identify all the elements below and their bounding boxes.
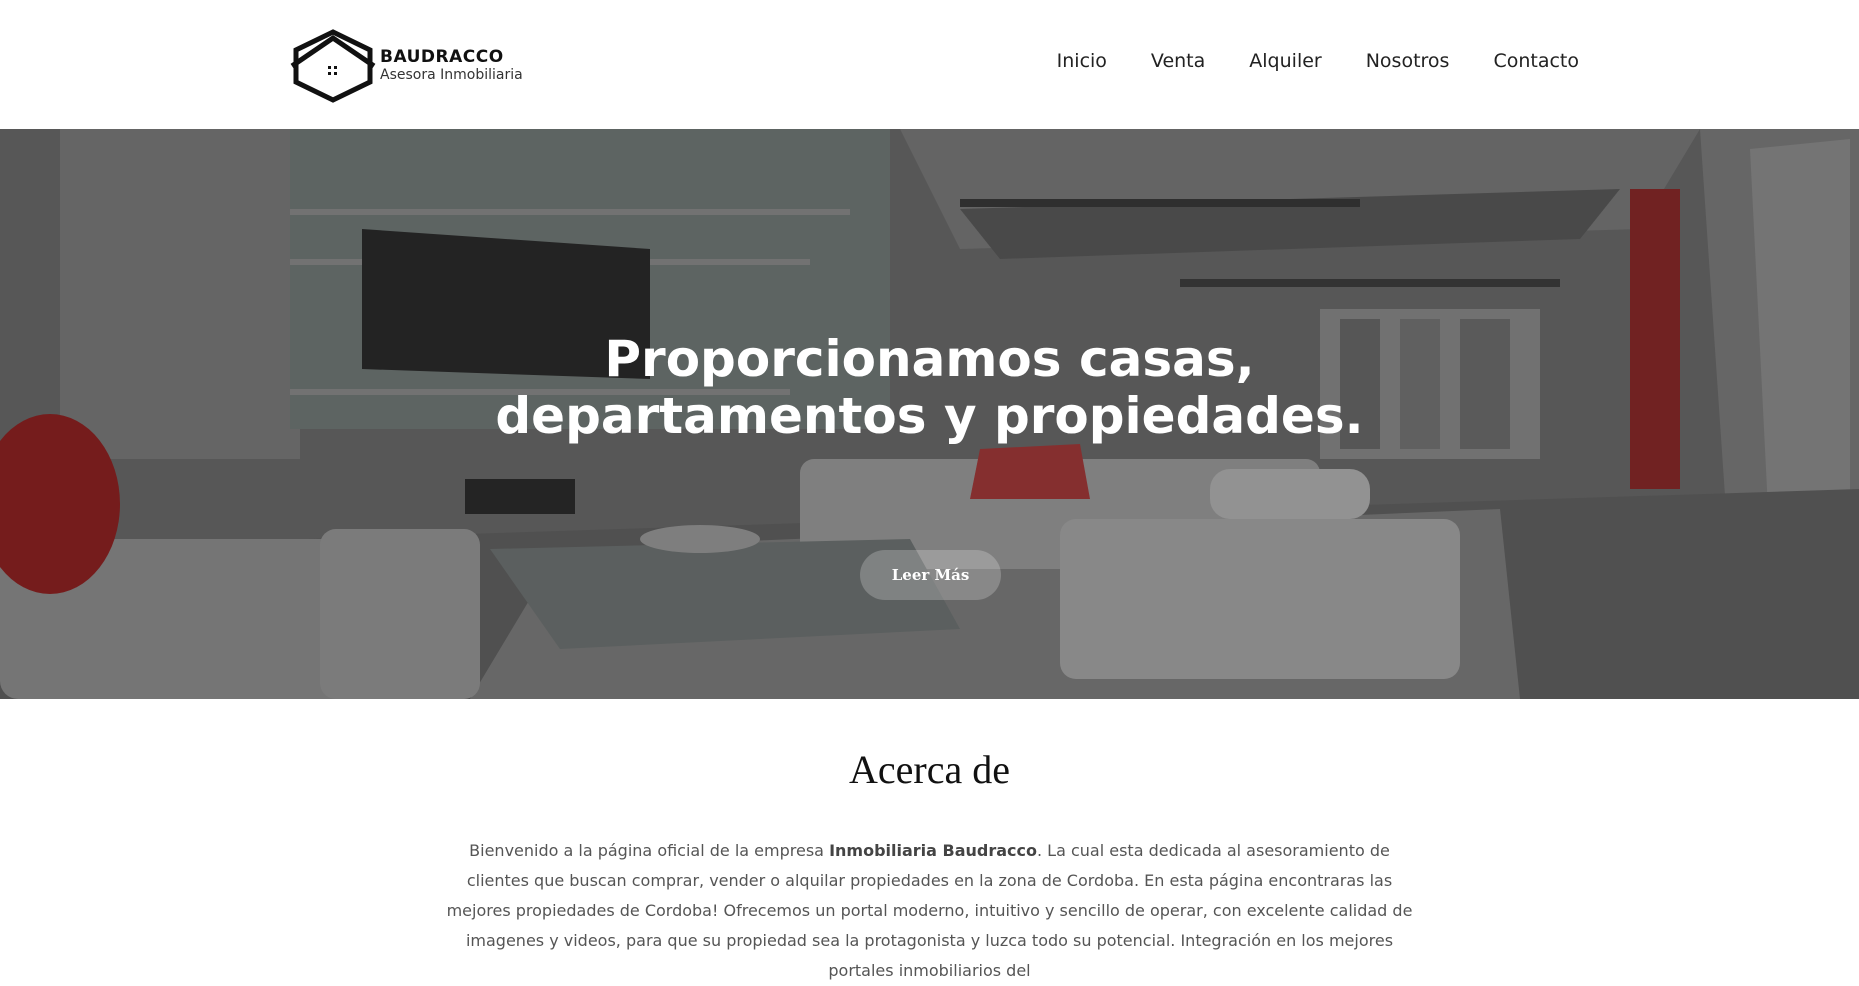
- brand-logo[interactable]: BAUDRACCO Asesora Inmobiliaria: [290, 28, 523, 104]
- about-text-intro: Bienvenido a la página oficial de la emp…: [469, 841, 830, 860]
- nav-link-inicio[interactable]: Inicio: [1057, 50, 1107, 72]
- nav-link-venta[interactable]: Venta: [1151, 50, 1205, 72]
- house-hexagon-logo-icon: [290, 29, 376, 103]
- brand-tagline: Asesora Inmobiliaria: [380, 67, 523, 84]
- hero-section: Proporcionamos casas, departamentos y pr…: [0, 129, 1859, 699]
- about-paragraph: Bienvenido a la página oficial de la emp…: [440, 836, 1419, 986]
- hero-title-line-2: departamentos y propiedades.: [495, 387, 1364, 445]
- site-header: BAUDRACCO Asesora Inmobiliaria Inicio Ve…: [0, 0, 1859, 130]
- hero-title: Proporcionamos casas, departamentos y pr…: [0, 331, 1859, 445]
- read-more-button[interactable]: Leer Más: [860, 550, 1001, 600]
- hero-title-line-1: Proporcionamos casas,: [604, 330, 1255, 388]
- about-company-name: Inmobiliaria Baudracco: [829, 841, 1037, 860]
- about-heading: Acerca de: [849, 747, 1010, 792]
- nav-link-nosotros[interactable]: Nosotros: [1366, 50, 1450, 72]
- brand-name: BAUDRACCO: [380, 47, 504, 68]
- about-text-rest: . La cual esta dedicada al asesoramiento…: [446, 841, 1413, 980]
- nav-link-alquiler[interactable]: Alquiler: [1249, 50, 1321, 72]
- main-nav: Inicio Venta Alquiler Nosotros Contacto: [1013, 50, 1579, 72]
- brand-text: BAUDRACCO Asesora Inmobiliaria: [380, 48, 523, 83]
- nav-link-contacto[interactable]: Contacto: [1493, 50, 1579, 72]
